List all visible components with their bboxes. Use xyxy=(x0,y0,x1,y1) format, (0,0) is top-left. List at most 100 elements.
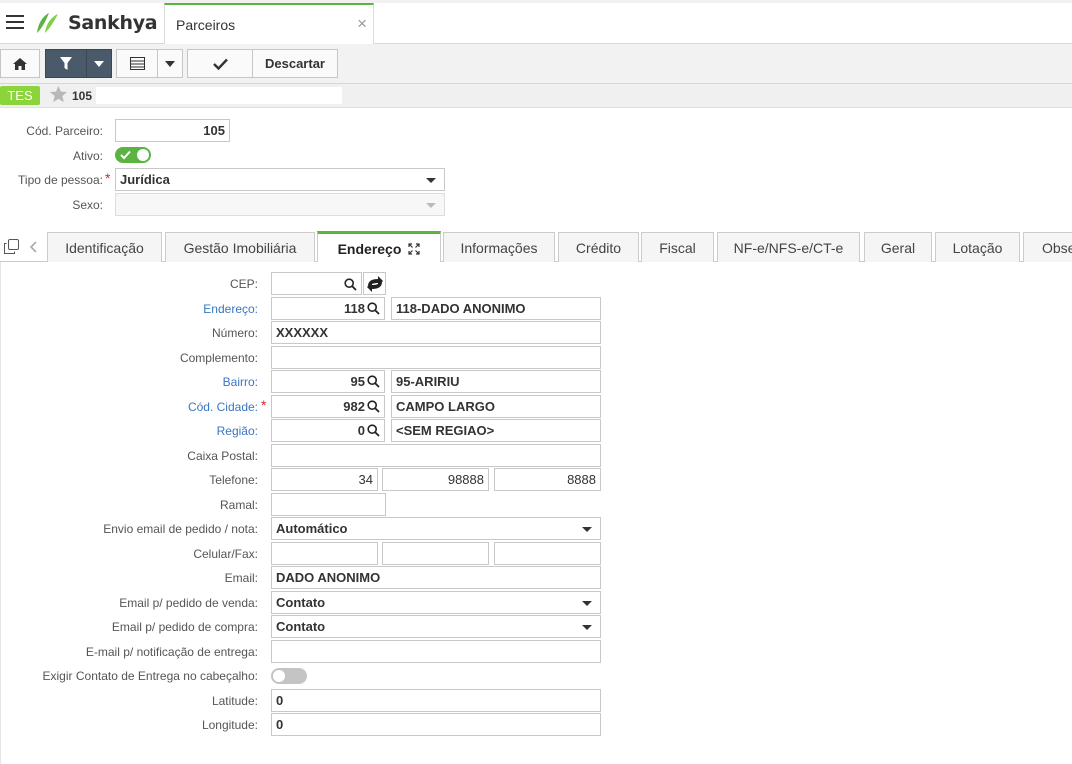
cep-label: CEP: xyxy=(229,277,258,291)
grid-view-button[interactable] xyxy=(116,49,158,78)
tab-endereco[interactable]: Endereço xyxy=(317,231,441,263)
filter-dropdown-button[interactable] xyxy=(86,49,112,78)
sex-select xyxy=(115,193,445,216)
ramal-input[interactable] xyxy=(271,493,386,516)
filter-button[interactable] xyxy=(45,49,87,78)
longitude-input[interactable]: 0 xyxy=(271,713,601,736)
tab-parceiros[interactable]: Parceiros × xyxy=(164,3,374,44)
tab-observacoes[interactable]: Obse xyxy=(1023,232,1072,262)
latitude-input[interactable]: 0 xyxy=(271,689,601,712)
chevron-left-icon[interactable] xyxy=(29,241,37,253)
toggle-knob xyxy=(273,670,285,682)
record-id: 105 xyxy=(72,89,93,103)
environment-badge: TES xyxy=(0,86,40,105)
chevron-down-icon xyxy=(165,60,175,67)
discard-button[interactable]: Descartar xyxy=(252,49,338,78)
email-venda-select[interactable]: Contato xyxy=(271,591,601,614)
telefone-part1-input[interactable]: 98888 xyxy=(382,468,489,491)
sankhya-leaf-icon xyxy=(37,13,58,33)
filter-icon xyxy=(60,57,72,70)
record-name-masked xyxy=(96,87,342,104)
caixa-postal-input[interactable] xyxy=(271,444,601,467)
top-bar: Sankhya Parceiros × xyxy=(0,0,1072,44)
copy-icon[interactable] xyxy=(4,239,19,254)
chevron-down-icon xyxy=(582,625,592,630)
close-icon[interactable]: × xyxy=(357,14,367,34)
email-compra-value: Contato xyxy=(276,619,326,634)
regiao-code-input[interactable]: 0 xyxy=(271,419,385,442)
celular-input-2[interactable] xyxy=(382,542,489,565)
star-icon[interactable] xyxy=(49,85,68,104)
home-icon xyxy=(13,57,27,70)
tab-strip: Identificação Gestão Imobiliária Endereç… xyxy=(0,231,1072,263)
bairro-code-input[interactable]: 95 xyxy=(271,370,385,393)
app-tab-label: Parceiros xyxy=(176,17,236,33)
envio-email-label: Envio email de pedido / nota: xyxy=(103,522,258,536)
ramal-label: Ramal: xyxy=(219,498,258,512)
logo[interactable]: Sankhya xyxy=(34,10,158,36)
sex-label: Sexo: xyxy=(72,198,103,212)
tab-lotacao[interactable]: Lotação xyxy=(935,232,1020,262)
telefone-ddd-input[interactable]: 34 xyxy=(271,468,378,491)
bairro-label[interactable]: Bairro: xyxy=(0,375,258,389)
grid-dropdown-button[interactable] xyxy=(157,49,183,78)
complemento-label: Complemento: xyxy=(179,351,258,365)
required-marker: * xyxy=(105,170,111,186)
celular-label: Celular/Fax: xyxy=(193,547,258,561)
email-entrega-label: E-mail p/ notificação de entrega: xyxy=(85,645,258,659)
toolbar: Descartar xyxy=(0,44,1072,84)
tab-informacoes[interactable]: Informações xyxy=(443,232,555,262)
chevron-down-icon xyxy=(426,203,436,208)
chevron-down-icon xyxy=(426,178,436,183)
envio-email-select[interactable]: Automático xyxy=(271,517,601,540)
expand-icon[interactable] xyxy=(408,242,421,255)
numero-input[interactable]: XXXXXX xyxy=(271,321,601,344)
celular-input-1[interactable] xyxy=(271,542,378,565)
cep-input[interactable] xyxy=(271,272,362,295)
regiao-label[interactable]: Região: xyxy=(0,424,258,438)
search-icon[interactable] xyxy=(367,400,380,413)
email-compra-label: Email p/ pedido de compra: xyxy=(111,620,258,634)
exigir-contato-label: Exigir Contato de Entrega no cabeçalho: xyxy=(42,669,258,683)
cidade-label[interactable]: Cód. Cidade: xyxy=(0,400,258,414)
telefone-part2-input[interactable]: 8888 xyxy=(494,468,601,491)
search-icon[interactable] xyxy=(367,375,380,388)
search-icon[interactable] xyxy=(367,424,380,437)
menu-icon[interactable] xyxy=(6,15,24,29)
cidade-code-input[interactable]: 982 xyxy=(271,395,385,418)
email-label: Email: xyxy=(224,571,258,585)
person-type-select[interactable]: Jurídica xyxy=(115,168,445,191)
email-entrega-input[interactable] xyxy=(271,640,601,663)
active-toggle[interactable] xyxy=(115,147,151,163)
search-icon[interactable] xyxy=(367,302,380,315)
endereco-code-input[interactable]: 118 xyxy=(271,297,385,320)
exigir-contato-toggle[interactable] xyxy=(271,668,307,684)
required-marker: * xyxy=(261,397,267,413)
cidade-name-field: CAMPO LARGO xyxy=(391,395,601,418)
tab-gestao-imobiliaria[interactable]: Gestão Imobiliária xyxy=(165,232,315,262)
complemento-input[interactable] xyxy=(271,346,601,369)
home-button[interactable] xyxy=(0,49,40,78)
active-label: Ativo: xyxy=(72,149,103,163)
envio-email-value: Automático xyxy=(276,521,348,536)
swap-icon xyxy=(366,275,383,292)
tab-identificacao[interactable]: Identificação xyxy=(47,232,162,262)
search-icon[interactable] xyxy=(344,278,357,291)
chevron-down-icon xyxy=(94,60,104,67)
endereco-label[interactable]: Endereço: xyxy=(0,302,258,316)
numero-label: Número: xyxy=(211,326,258,340)
celular-input-3[interactable] xyxy=(494,542,601,565)
email-venda-value: Contato xyxy=(276,595,326,610)
save-button[interactable] xyxy=(187,49,253,78)
tab-credito[interactable]: Crédito xyxy=(558,232,639,262)
tab-fiscal[interactable]: Fiscal xyxy=(641,232,714,262)
email-compra-select[interactable]: Contato xyxy=(271,615,601,638)
cep-lookup-button[interactable] xyxy=(363,272,386,295)
telefone-label: Telefone: xyxy=(209,473,258,487)
tab-geral[interactable]: Geral xyxy=(864,232,932,262)
endereco-name-field: 118-DADO ANONIMO xyxy=(391,297,601,320)
check-icon xyxy=(120,150,131,160)
partner-code-input[interactable]: 105 xyxy=(115,119,230,142)
email-input[interactable]: DADO ANONIMO xyxy=(271,566,601,589)
tab-nfe[interactable]: NF-e/NFS-e/CT-e xyxy=(717,232,860,262)
